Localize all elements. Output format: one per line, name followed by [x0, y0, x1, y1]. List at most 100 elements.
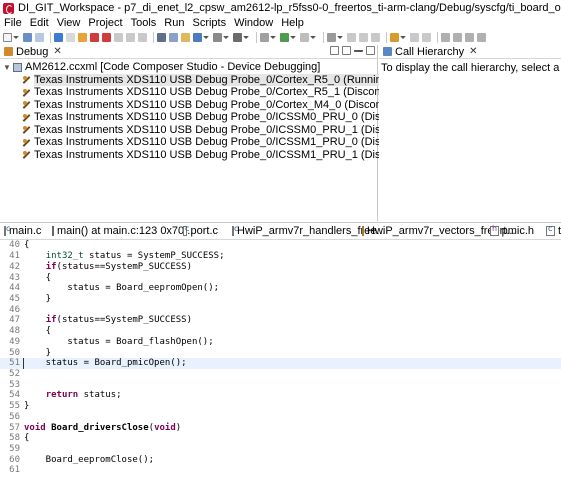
tree-item-icssm0-pru-1[interactable]: Texas Instruments XDS110 USB Debug Probe… — [0, 124, 490, 137]
save-icon[interactable] — [23, 33, 32, 42]
toggle-mark-icon[interactable] — [371, 33, 380, 42]
code-line: 56 — [0, 412, 561, 423]
menu-tools[interactable]: Tools — [127, 17, 161, 29]
step-into-icon[interactable] — [114, 33, 123, 42]
expand-chevron-icon[interactable]: ▼ — [3, 63, 11, 72]
tree-root-label: AM2612.ccxml [Code Composer Studio - Dev… — [25, 61, 321, 74]
last-edit-icon[interactable] — [453, 33, 462, 42]
line-number: 53 — [9, 379, 20, 390]
memory-icon[interactable] — [169, 33, 178, 42]
window-title: DI_GIT_Workspace - p7_di_enet_l2_cpsw_am… — [18, 2, 561, 14]
tree-item-icssm1-pru-1[interactable]: Texas Instruments XDS110 USB Debug Probe… — [0, 149, 490, 162]
memory-file-icon — [52, 226, 54, 236]
tree-item-icssm1-pru-0[interactable]: Texas Instruments XDS110 USB Debug Probe… — [0, 136, 490, 149]
tree-item-cortex-r5-1[interactable]: Texas Instruments XDS110 USB Debug Probe… — [0, 86, 472, 99]
menu-run[interactable]: Run — [160, 17, 188, 29]
history-forward-icon[interactable] — [477, 33, 486, 42]
next-annotation-dropdown-icon[interactable] — [400, 36, 406, 39]
debug-bug-icon — [4, 47, 13, 56]
editor-tab-label: pmic.h — [501, 225, 534, 237]
line-number: 59 — [9, 444, 20, 455]
line-number: 49 — [9, 336, 20, 347]
tab-port-c[interactable]: port.c — [169, 224, 218, 237]
view-menu-icon[interactable] — [342, 46, 351, 55]
minimize-icon[interactable] — [354, 46, 363, 52]
tree-item-cortex-r5-0[interactable]: Texas Instruments XDS110 USB Debug Probe… — [0, 73, 392, 87]
tab-pmic-h[interactable]: pmic.h — [476, 224, 534, 237]
forward-icon[interactable] — [422, 33, 431, 42]
debug-view-icon[interactable] — [54, 33, 63, 42]
debug-context-icon — [22, 88, 31, 97]
code-text: { — [24, 326, 52, 337]
next-annotation-icon[interactable] — [390, 33, 399, 42]
back-icon[interactable] — [410, 33, 419, 42]
code-text: status = Board_flashOpen(); — [24, 336, 214, 347]
target-dropdown-icon[interactable] — [203, 36, 209, 39]
suspend-icon[interactable] — [102, 33, 111, 42]
tree-item-icssm0-pru-0[interactable]: Texas Instruments XDS110 USB Debug Probe… — [0, 111, 490, 124]
menu-project[interactable]: Project — [84, 17, 126, 29]
menu-file[interactable]: File — [0, 17, 26, 29]
launch-config-icon — [13, 62, 22, 72]
new-dropdown-icon[interactable] — [13, 36, 19, 39]
terminate-icon[interactable] — [90, 33, 99, 42]
debug-view: Debug ✕ ▼ AM2612.ccxml [Code Composer St… — [0, 45, 490, 221]
code-text: void Board_driversClose(void) — [24, 422, 182, 433]
toolbar-separator — [386, 32, 387, 43]
collapse-all-icon[interactable] — [330, 46, 339, 55]
registers-icon[interactable] — [157, 33, 166, 42]
menu-scripts[interactable]: Scripts — [188, 17, 230, 29]
new-icon[interactable] — [3, 33, 12, 42]
pin-icon[interactable] — [441, 33, 450, 42]
tab-main-at-main-c[interactable]: main() at main.c:123 0x70... — [38, 225, 193, 237]
open-file-icon[interactable] — [359, 33, 368, 42]
save-all-icon[interactable] — [35, 33, 44, 42]
build-dropdown-icon[interactable] — [243, 36, 249, 39]
flash-dropdown-icon[interactable] — [310, 36, 316, 39]
menu-window[interactable]: Window — [230, 17, 277, 29]
maximize-icon[interactable] — [366, 46, 375, 55]
run-dropdown-icon[interactable] — [290, 36, 296, 39]
tab-debug[interactable]: Debug ✕ — [0, 45, 66, 59]
code-text: { — [24, 433, 30, 444]
flash-icon[interactable] — [300, 33, 309, 42]
debug-config-icon[interactable] — [260, 33, 269, 42]
tab-hwip-handlers[interactable]: HwiP_armv7r_handlers_free... — [218, 224, 386, 237]
code-line: 43 { — [0, 272, 561, 283]
search-dropdown-icon[interactable] — [337, 36, 343, 39]
tab-hwip-vectors[interactable]: HwiP_armv7r_vectors_freert... — [348, 225, 516, 237]
code-text: int32_t status = SystemP_SUCCESS; — [45, 251, 225, 262]
code-line: 49 status = Board_flashOpen(); — [0, 336, 561, 347]
step-return-icon[interactable] — [138, 33, 147, 42]
tree-root-ccxml[interactable]: ▼ AM2612.ccxml [Code Composer Studio - D… — [0, 61, 377, 74]
close-icon[interactable]: ✕ — [469, 46, 477, 57]
debug-view-actions — [330, 46, 375, 55]
menu-view[interactable]: View — [53, 17, 85, 29]
tab-main-c[interactable]: main.c — [0, 224, 41, 237]
tab-call-hierarchy[interactable]: Call Hierarchy ✕ — [379, 45, 481, 59]
expressions-icon[interactable] — [181, 33, 190, 42]
code-line: 53 — [0, 379, 561, 390]
debug-config-dropdown-icon[interactable] — [270, 36, 276, 39]
code-editor[interactable]: 40 { 41 int32_t status = SystemP_SUCCESS;… — [0, 240, 561, 480]
open-type-icon[interactable] — [347, 33, 356, 42]
reset-dropdown-icon[interactable] — [223, 36, 229, 39]
run-icon[interactable] — [280, 33, 289, 42]
history-icon[interactable] — [465, 33, 474, 42]
disconnect-icon[interactable] — [66, 33, 75, 42]
tab-debug-label: Debug — [16, 45, 49, 58]
menu-help[interactable]: Help — [277, 17, 308, 29]
tab-task[interactable]: task — [534, 224, 561, 237]
resume-icon[interactable] — [78, 33, 87, 42]
menu-edit[interactable]: Edit — [26, 17, 53, 29]
main-toolbar — [0, 30, 561, 45]
step-over-icon[interactable] — [126, 33, 135, 42]
line-number: 45 — [9, 293, 20, 304]
tree-item-cortex-m4-0[interactable]: Texas Instruments XDS110 USB Debug Probe… — [0, 99, 473, 112]
search-icon[interactable] — [327, 33, 336, 42]
reset-icon[interactable] — [213, 33, 222, 42]
target-config-icon[interactable] — [193, 33, 202, 42]
build-icon[interactable] — [233, 33, 242, 42]
code-text: return status; — [45, 390, 122, 401]
close-icon[interactable]: ✕ — [53, 46, 61, 57]
